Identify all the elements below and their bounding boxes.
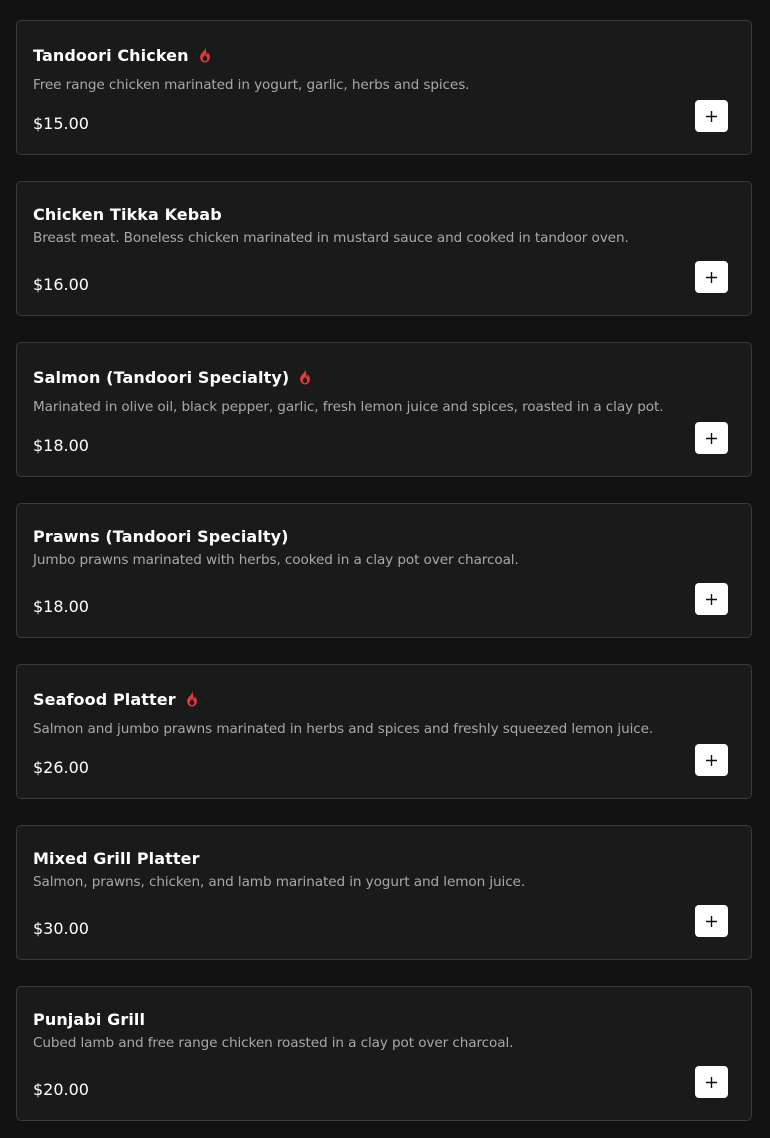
- menu-item-price: $18.00: [33, 436, 89, 455]
- plus-icon: [706, 110, 717, 122]
- menu-item-name: Punjabi Grill: [33, 1009, 146, 1029]
- menu-item-price: $18.00: [33, 597, 89, 616]
- menu-item-description: Salmon, prawns, chicken, and lamb marina…: [33, 874, 526, 890]
- menu-item-price: $16.00: [33, 275, 89, 294]
- menu-item-price: $30.00: [33, 919, 89, 938]
- menu-item-header: Punjabi Grill: [33, 1008, 145, 1030]
- menu-item-price: $20.00: [33, 1080, 89, 1099]
- menu-item-name: Seafood Platter: [33, 689, 176, 709]
- menu-item-description: Cubed lamb and free range chicken roaste…: [33, 1035, 514, 1051]
- menu-item-description: Jumbo prawns marinated with herbs, cooke…: [33, 552, 519, 568]
- menu-item-card: Mixed Grill Platter Salmon, prawns, chic…: [16, 825, 752, 960]
- add-to-cart-button[interactable]: [695, 100, 728, 132]
- menu-item-card: Prawns (Tandoori Specialty) Jumbo prawns…: [16, 503, 752, 638]
- menu-item-description: Breast meat. Boneless chicken marinated …: [33, 230, 629, 246]
- add-to-cart-button[interactable]: [695, 1066, 728, 1098]
- plus-icon: [706, 1076, 717, 1088]
- menu-item-price: $26.00: [33, 758, 89, 777]
- menu-item-header: Salmon (Tandoori Specialty): [33, 366, 314, 388]
- add-to-cart-button[interactable]: [695, 744, 728, 776]
- plus-icon: [706, 593, 717, 605]
- plus-icon: [706, 754, 717, 766]
- menu-item-name: Salmon (Tandoori Specialty): [33, 367, 290, 387]
- menu-item-card: Punjabi Grill Cubed lamb and free range …: [16, 986, 752, 1121]
- menu-item-description: Free range chicken marinated in yogurt, …: [33, 77, 470, 93]
- add-to-cart-button[interactable]: [695, 422, 728, 454]
- add-to-cart-button[interactable]: [695, 905, 728, 937]
- menu-item-description: Salmon and jumbo prawns marinated in her…: [33, 721, 654, 737]
- menu-item-header: Tandoori Chicken: [33, 44, 214, 66]
- menu-item-price: $15.00: [33, 114, 89, 133]
- spicy-flame-icon: [199, 47, 210, 63]
- add-to-cart-button[interactable]: [695, 583, 728, 615]
- add-to-cart-button[interactable]: [695, 261, 728, 293]
- plus-icon: [706, 915, 717, 927]
- menu-item-description: Marinated in olive oil, black pepper, ga…: [33, 399, 664, 415]
- menu-item-header: Prawns (Tandoori Specialty): [33, 525, 289, 547]
- menu-item-list: Tandoori Chicken Free range chicken mari…: [0, 0, 770, 1138]
- plus-icon: [706, 271, 717, 283]
- menu-item-card: Tandoori Chicken Free range chicken mari…: [16, 20, 752, 155]
- spicy-flame-icon: [300, 369, 311, 385]
- menu-item-card: Seafood Platter Salmon and jumbo prawns …: [16, 664, 752, 799]
- spicy-flame-icon: [186, 691, 197, 707]
- menu-item-name: Tandoori Chicken: [33, 45, 189, 65]
- menu-item-name: Prawns (Tandoori Specialty): [33, 526, 289, 546]
- plus-icon: [706, 432, 717, 444]
- menu-item-name: Chicken Tikka Kebab: [33, 204, 222, 224]
- menu-item-card: Salmon (Tandoori Specialty) Marinated in…: [16, 342, 752, 477]
- menu-item-header: Chicken Tikka Kebab: [33, 203, 222, 225]
- menu-item-card: Chicken Tikka Kebab Breast meat. Boneles…: [16, 181, 752, 316]
- menu-item-header: Mixed Grill Platter: [33, 847, 200, 869]
- menu-item-name: Mixed Grill Platter: [33, 848, 200, 868]
- menu-item-header: Seafood Platter: [33, 688, 201, 710]
